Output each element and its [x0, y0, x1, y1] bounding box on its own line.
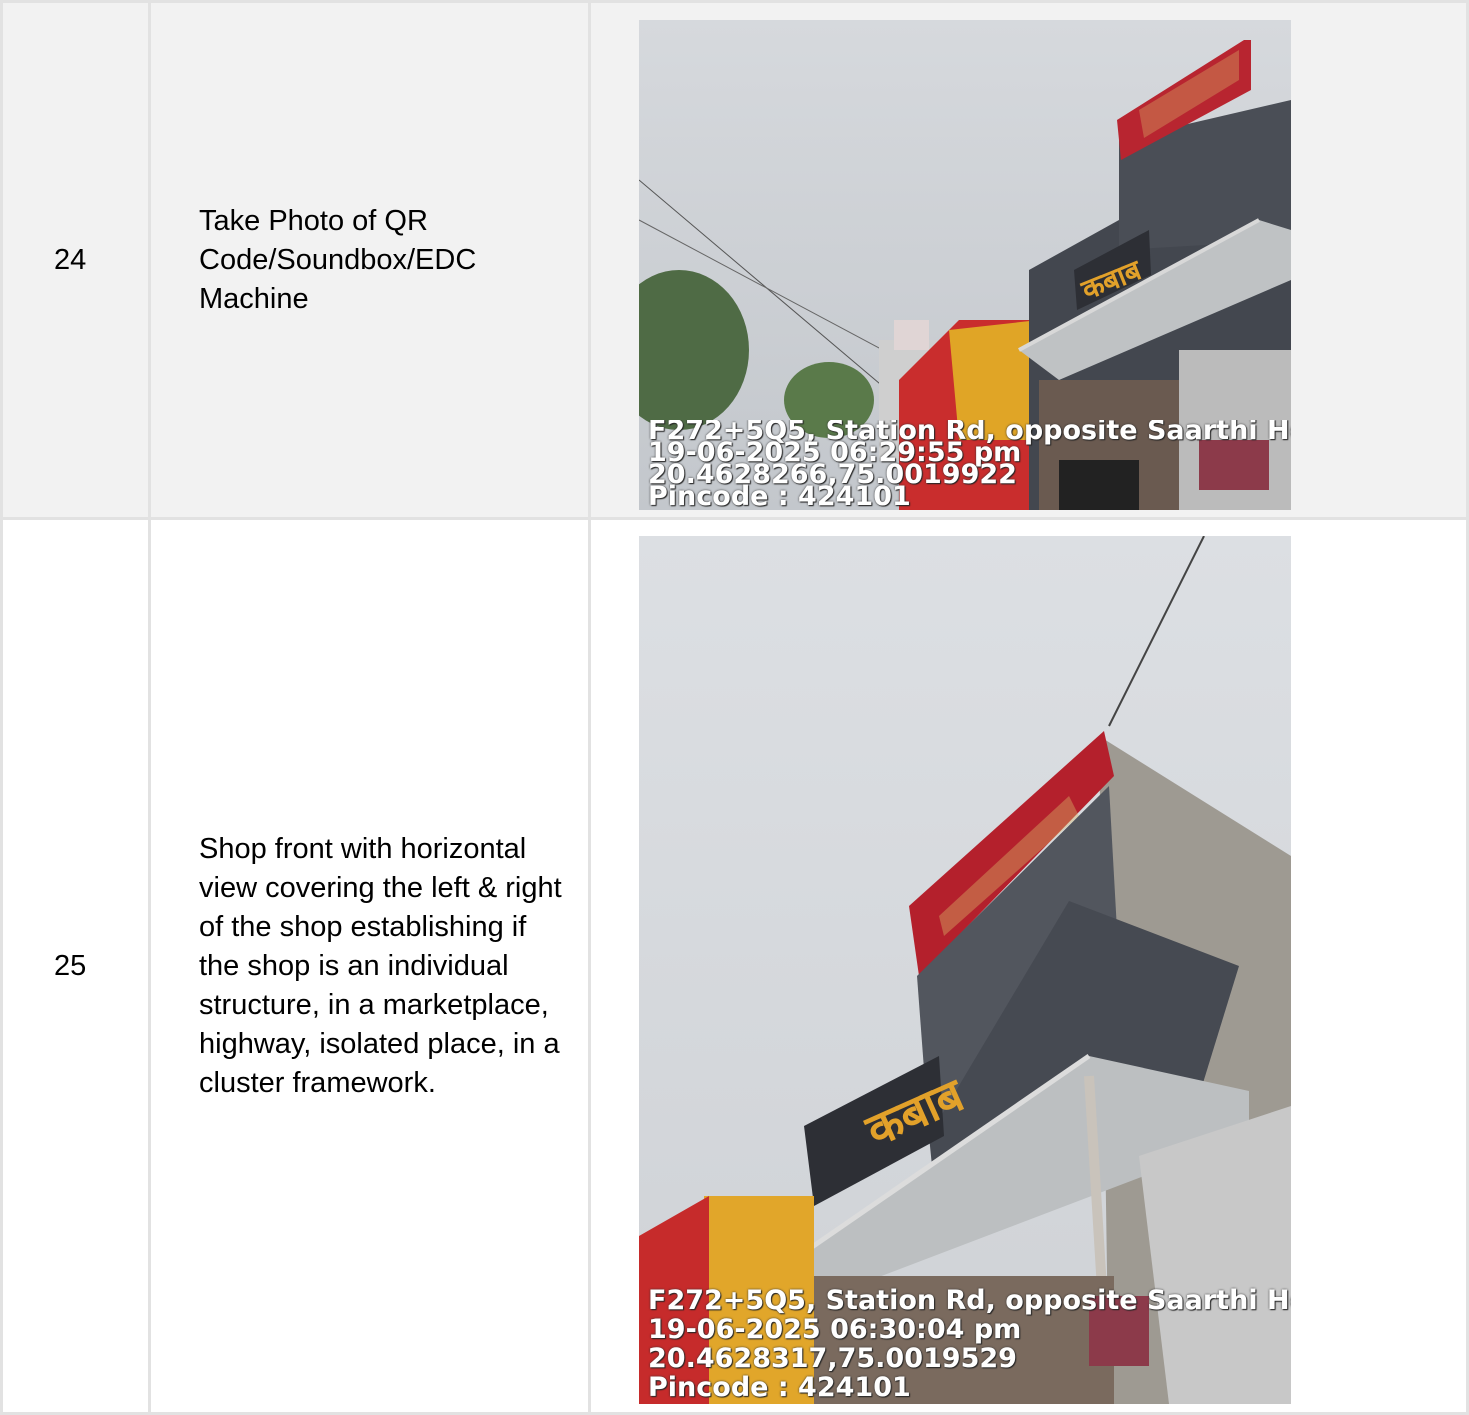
row-description: Take Photo of QR Code/Soundbox/EDC Machi… [148, 0, 591, 520]
geotagged-photo: कबाब F272+5Q5, Station Rd, opposite Saar… [639, 536, 1291, 1404]
table-row: 24 Take Photo of QR Code/Soundbox/EDC Ma… [0, 0, 1469, 520]
geotag-coordinates: 20.4628317,75.0019529 [648, 1343, 1017, 1374]
geotag-address: F272+5Q5, Station Rd, opposite Saarthi H… [648, 1286, 1291, 1316]
photo-cell: कबाब F272+5Q5, Station Rd, opposite Saar… [588, 0, 1469, 520]
photo-cell: कबाब F272+5Q5, Station Rd, opposite Saar… [588, 517, 1469, 1415]
row-number: 25 [0, 517, 151, 1415]
shop-photo-illustration: कबाब [639, 536, 1291, 1404]
report-table: 24 Take Photo of QR Code/Soundbox/EDC Ma… [0, 0, 1469, 1415]
geotag-stamp: F272+5Q5, Station Rd, opposite Saarthi H… [648, 1286, 1291, 1402]
geotag-stamp: F272+5Q5, Station Rd, opposite Saarthi H… [648, 420, 1291, 508]
row-number: 24 [0, 0, 151, 520]
geotagged-photo: कबाब F272+5Q5, Station Rd, opposite Saar… [639, 20, 1291, 510]
table-row: 25 Shop front with horizontal view cover… [0, 517, 1469, 1415]
geotag-datetime: 19-06-2025 06:30:04 pm [648, 1314, 1022, 1345]
row-description: Shop front with horizontal view covering… [148, 517, 591, 1415]
geotag-pincode: Pincode : 424101 [648, 1372, 911, 1402]
